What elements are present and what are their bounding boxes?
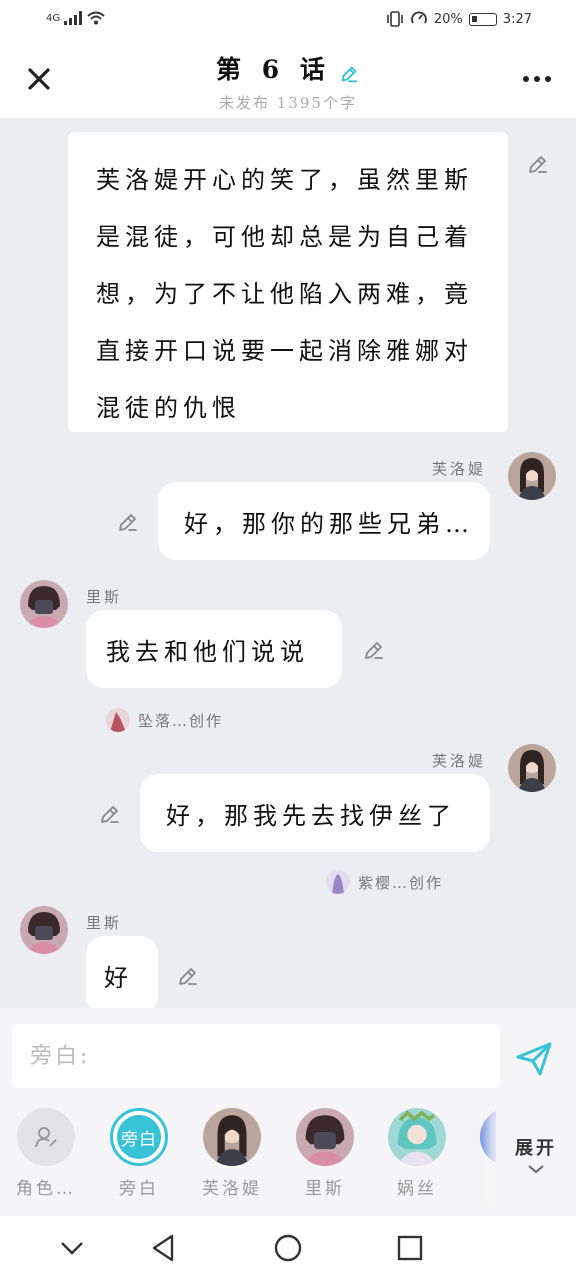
signal-icon [64, 11, 83, 25]
role-label: 里斯 [305, 1179, 345, 1199]
message-bubble[interactable]: 好，那你的那些兄弟… [158, 482, 490, 560]
speaker-name: 芙洛媞 [432, 752, 487, 770]
clock: 3:27 [502, 11, 532, 27]
creator-avatar [326, 870, 350, 894]
role-fuluoti[interactable]: 芙洛媞 [192, 1108, 272, 1199]
role-avatar [296, 1108, 354, 1166]
vibrate-icon [387, 11, 403, 27]
speaker-name: 里斯 [86, 914, 123, 932]
page-subtitle: 未发布 1395个字 [219, 94, 357, 112]
message-bubble[interactable]: 好 [86, 936, 158, 1008]
header: 第 6 话 未发布 1395个字 [0, 40, 576, 118]
edit-icon[interactable] [116, 510, 140, 534]
nav-recents-icon[interactable] [394, 1232, 426, 1264]
message-bubble[interactable]: 我去和他们说说 [86, 610, 342, 688]
system-nav-bar [0, 1216, 576, 1280]
role-label: 旁白 [119, 1179, 159, 1199]
status-right: 20% 3:27 [386, 10, 532, 28]
nav-home-icon[interactable] [272, 1232, 304, 1264]
avatar-fuluoti[interactable] [508, 452, 556, 500]
chat-area[interactable]: 芙洛媞开心的笑了，虽然里斯是混徒，可他却总是为自己着想，为了不让他陷入两难，竟直… [0, 118, 576, 1008]
edit-icon[interactable] [362, 638, 386, 662]
narration-input[interactable] [12, 1024, 500, 1088]
narration-badge: 旁白 [117, 1115, 161, 1159]
role-avatar [388, 1108, 446, 1166]
role-label: 芙洛媞 [202, 1179, 262, 1199]
creator-credit: 坠落…创作 [106, 708, 223, 732]
narration-bubble[interactable]: 芙洛媞开心的笑了，虽然里斯是混徒，可他却总是为自己着想，为了不让他陷入两难，竟直… [68, 132, 508, 432]
edit-icon[interactable] [526, 152, 550, 176]
edit-icon[interactable] [98, 802, 122, 826]
send-icon[interactable] [514, 1038, 554, 1078]
nav-back-icon[interactable] [148, 1232, 180, 1264]
edit-icon[interactable] [176, 964, 200, 988]
title-row: 第 6 话 [0, 50, 576, 86]
battery-percent: 20% [433, 11, 463, 27]
role-narration[interactable]: 旁白 旁白 [99, 1108, 179, 1199]
avatar-lisi[interactable] [20, 580, 68, 628]
chevron-down-icon [528, 1165, 544, 1174]
speaker-name: 芙洛媞 [432, 460, 487, 478]
expand-button[interactable]: 展开 [496, 1104, 576, 1216]
role-lisi[interactable]: 里斯 [285, 1108, 365, 1199]
creator-text: 紫樱…创作 [358, 873, 444, 892]
creator-avatar [106, 708, 130, 732]
expand-label: 展开 [515, 1138, 557, 1159]
role-label: 角色… [16, 1179, 76, 1199]
narration-role-icon: 旁白 [110, 1108, 168, 1166]
message-bubble[interactable]: 好，那我先去找伊丝了 [140, 774, 490, 852]
edit-title-icon[interactable] [338, 63, 360, 85]
input-area [0, 1008, 576, 1104]
wifi-icon [87, 11, 105, 25]
more-options-icon[interactable] [522, 70, 552, 88]
battery-icon [468, 12, 497, 26]
avatar-fuluoti[interactable] [508, 744, 556, 792]
network-type: 4G [46, 12, 61, 24]
add-role-icon [17, 1108, 75, 1166]
role-avatar [203, 1108, 261, 1166]
data-saver-icon [411, 11, 427, 24]
role-wasi[interactable]: 娲丝 [377, 1108, 457, 1199]
status-bar: 4G 20% 3:27 [0, 0, 576, 40]
creator-text: 坠落…创作 [138, 711, 224, 730]
nav-hide-keyboard-icon[interactable] [56, 1232, 88, 1264]
status-left: 4G [46, 10, 106, 26]
role-selector: 角色… 旁白 旁白 芙洛媞 里斯 娲丝 伊 展开 [0, 1104, 576, 1216]
speaker-name: 里斯 [86, 588, 123, 606]
role-label: 娲丝 [397, 1179, 437, 1199]
role-add[interactable]: 角色… [6, 1108, 86, 1199]
avatar-lisi[interactable] [20, 906, 68, 954]
creator-credit: 紫樱…创作 [326, 870, 443, 894]
page-title: 第 6 话 [216, 55, 331, 84]
